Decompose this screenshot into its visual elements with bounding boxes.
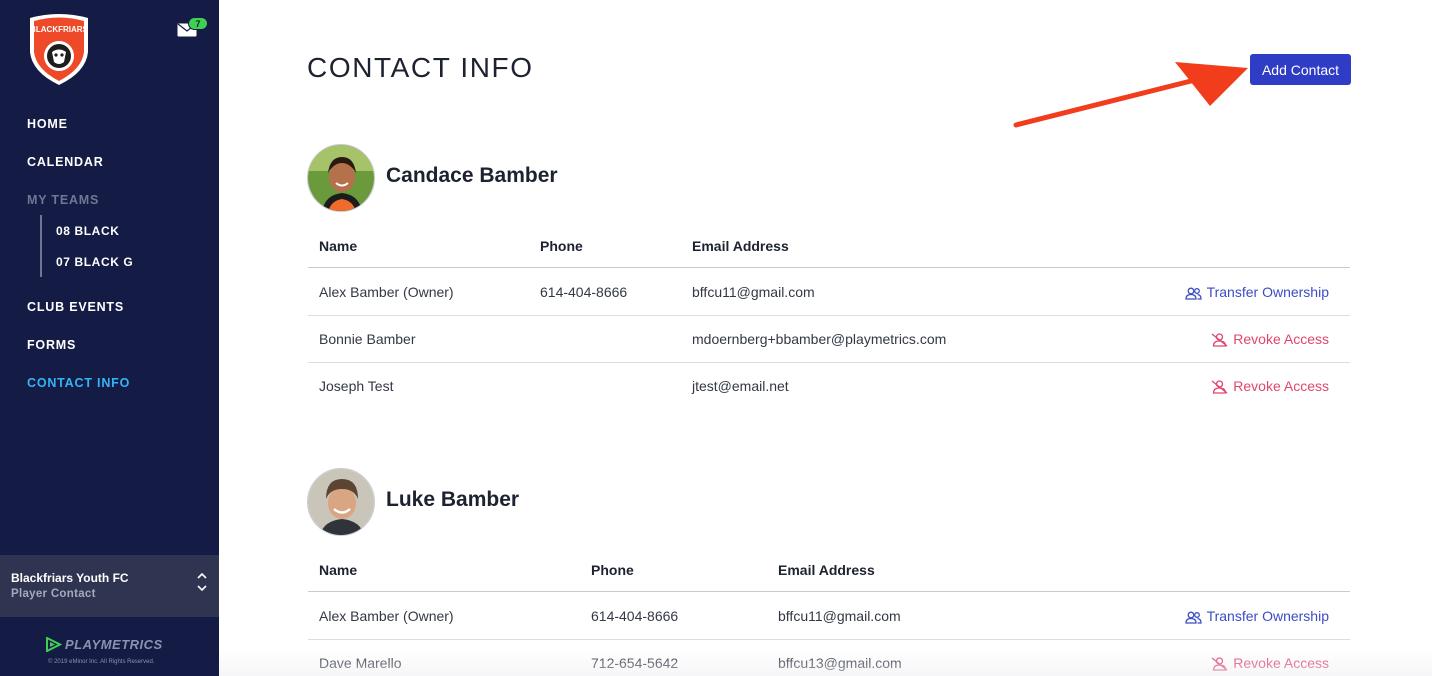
- nav-section-my-teams: MY TEAMS: [27, 193, 100, 207]
- user-slash-icon: [1211, 657, 1228, 671]
- chevron-up-down-icon[interactable]: [196, 569, 208, 595]
- sidebar: BLACKFRIARS 7 HOME CALENDAR MY TEAMS CLU…: [0, 0, 219, 676]
- player-avatar: [307, 144, 375, 212]
- column-header-email: Email Address: [692, 238, 789, 254]
- nav-item-team-07-black-g[interactable]: 07 BLACK G: [56, 255, 133, 269]
- player-name: Candace Bamber: [386, 164, 558, 187]
- nav-item-team-08-black[interactable]: 08 BLACK: [56, 224, 119, 238]
- contact-phone: 712-654-5642: [591, 655, 679, 671]
- org-context: Player Contact: [11, 588, 96, 600]
- nav-item-contact-info[interactable]: CONTACT INFO: [27, 376, 130, 390]
- red-arrow-annotation: [1013, 62, 1248, 128]
- contact-email: jtest@email.net: [692, 378, 789, 394]
- add-contact-button[interactable]: Add Contact: [1250, 54, 1351, 85]
- table-row: Dave Marello 712-654-5642 bffcu13@gmail.…: [308, 640, 1350, 676]
- users-icon: [1184, 287, 1202, 300]
- transfer-ownership-label: Transfer Ownership: [1206, 608, 1329, 624]
- contact-name: Alex Bamber (Owner): [319, 608, 454, 624]
- column-header-phone: Phone: [540, 238, 583, 254]
- transfer-ownership-link[interactable]: Transfer Ownership: [1184, 284, 1329, 300]
- revoke-access-link[interactable]: Revoke Access: [1211, 655, 1329, 671]
- page-title: CONTACT INFO: [307, 52, 534, 83]
- contact-name: Alex Bamber (Owner): [319, 284, 454, 300]
- transfer-ownership-link[interactable]: Transfer Ownership: [1184, 608, 1329, 624]
- revoke-access-label: Revoke Access: [1233, 378, 1329, 394]
- nav-item-club-events[interactable]: CLUB EVENTS: [27, 300, 124, 314]
- nav-item-forms[interactable]: FORMS: [27, 338, 76, 352]
- contact-email: bffcu13@gmail.com: [778, 655, 902, 671]
- playmetrics-logo-icon: [46, 637, 62, 652]
- player-avatar: [307, 468, 375, 536]
- club-logo-icon[interactable]: BLACKFRIARS: [26, 12, 92, 86]
- revoke-access-link[interactable]: Revoke Access: [1211, 331, 1329, 347]
- unread-count-badge: 7: [188, 17, 208, 30]
- contact-email: bffcu11@gmail.com: [692, 284, 815, 300]
- users-icon: [1184, 611, 1202, 624]
- table-row: Joseph Test jtest@email.net Revoke Acces…: [308, 363, 1350, 410]
- column-header-name: Name: [319, 238, 358, 254]
- org-switcher[interactable]: Blackfriars Youth FC Player Contact: [0, 555, 219, 617]
- contact-name: Bonnie Bamber: [319, 331, 416, 347]
- contact-name: Dave Marello: [319, 655, 402, 671]
- column-header-email: Email Address: [778, 562, 875, 578]
- teams-divider: [40, 215, 42, 277]
- column-header-phone: Phone: [591, 562, 634, 578]
- contact-phone: 614-404-8666: [591, 608, 679, 624]
- player-name: Luke Bamber: [386, 488, 520, 511]
- nav-item-home[interactable]: HOME: [27, 117, 68, 131]
- table-row: Bonnie Bamber mdoernberg+bbamber@playmet…: [308, 316, 1350, 363]
- org-name: Blackfriars Youth FC: [11, 571, 129, 585]
- user-slash-icon: [1211, 333, 1228, 347]
- table-header: Name Phone Email Address: [308, 554, 1350, 592]
- messages-button[interactable]: 7: [177, 17, 211, 40]
- copyright-text: © 2019 eMinor Inc. All Rights Reserved.: [48, 659, 155, 665]
- table-header: Name Phone Email Address: [308, 230, 1350, 268]
- contact-phone: 614-404-8666: [540, 284, 628, 300]
- revoke-access-label: Revoke Access: [1233, 331, 1329, 347]
- user-slash-icon: [1211, 380, 1228, 394]
- table-row: Alex Bamber (Owner) 614-404-8666 bffcu11…: [308, 269, 1350, 316]
- revoke-access-label: Revoke Access: [1233, 655, 1329, 671]
- column-header-name: Name: [319, 562, 358, 578]
- table-row: Alex Bamber (Owner) 614-404-8666 bffcu11…: [308, 593, 1350, 640]
- contact-email: mdoernberg+bbamber@playmetrics.com: [692, 331, 947, 347]
- svg-text:BLACKFRIARS: BLACKFRIARS: [30, 25, 88, 34]
- brand-name: PLAYMETRICS: [65, 637, 163, 652]
- nav-item-calendar[interactable]: CALENDAR: [27, 155, 104, 169]
- revoke-access-link[interactable]: Revoke Access: [1211, 378, 1329, 394]
- transfer-ownership-label: Transfer Ownership: [1206, 284, 1329, 300]
- contact-email: bffcu11@gmail.com: [778, 608, 901, 624]
- contact-name: Joseph Test: [319, 378, 394, 394]
